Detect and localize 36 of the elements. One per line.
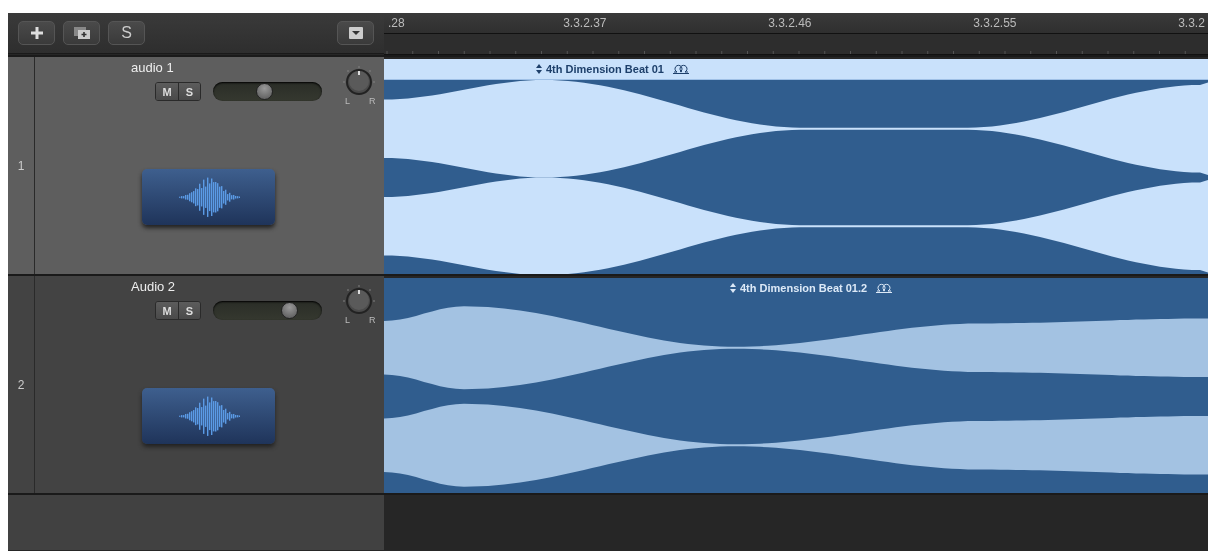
volume-thumb[interactable] <box>280 302 298 319</box>
ruler-label: .28 <box>388 15 406 32</box>
volume-slider[interactable] <box>213 82 322 101</box>
up-down-icon <box>730 282 736 293</box>
pan-left-label: L <box>345 315 350 325</box>
pan-left-label: L <box>345 96 350 106</box>
pan-right-label: R <box>369 315 376 325</box>
volume-thumb[interactable] <box>256 83 274 100</box>
audio-region-button[interactable] <box>142 169 275 225</box>
up-down-icon <box>536 63 542 74</box>
caret-icon <box>347 26 364 40</box>
dropdown-button[interactable] <box>337 21 374 45</box>
ruler-label: 3.3.2.55 <box>973 15 1018 32</box>
track-name[interactable]: audio 1 <box>131 60 174 75</box>
volume-slider[interactable] <box>213 301 322 320</box>
new-window-button[interactable] <box>63 21 100 45</box>
solo-button[interactable]: S <box>178 83 200 100</box>
audio-region-button[interactable] <box>142 388 275 444</box>
ruler-label: 3.3.2 <box>1178 15 1206 32</box>
ruler-label: 3.3.2.37 <box>563 15 608 32</box>
add-track-button[interactable] <box>18 21 55 45</box>
plus-icon <box>29 26 44 40</box>
mute-button[interactable]: M <box>156 302 178 319</box>
track-name[interactable]: Audio 2 <box>131 279 176 294</box>
pan-right-label: R <box>369 96 376 106</box>
mute-button[interactable]: M <box>156 83 178 100</box>
solo-toolbar-button[interactable]: S <box>108 21 145 45</box>
loop-icon <box>672 63 690 74</box>
region-name: 4th Dimension Beat 01 <box>546 62 664 75</box>
ruler-label: 3.3.2.46 <box>768 15 813 32</box>
track-header[interactable]: 2 Audio 2 M S L R <box>8 274 384 493</box>
solo-button[interactable]: S <box>178 302 200 319</box>
track-header[interactable]: 1 audio 1 M S L R <box>8 55 384 274</box>
loop-icon <box>875 282 894 293</box>
region-name: 4th Dimension Beat 01.2 <box>740 281 868 294</box>
add-window-icon <box>72 26 91 40</box>
